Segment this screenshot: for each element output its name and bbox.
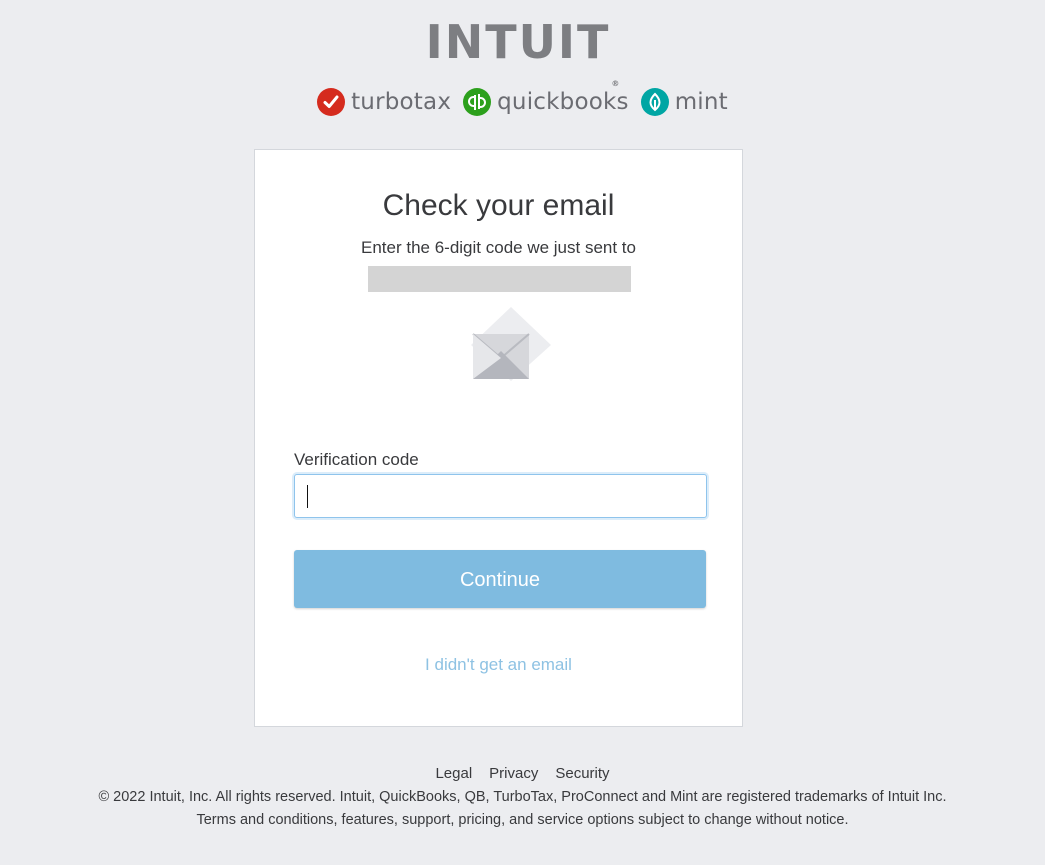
brand-name-quickbooks: quickbooks bbox=[497, 89, 629, 115]
resend-email-link[interactable]: I didn't get an email bbox=[255, 655, 742, 675]
envelope-icon bbox=[471, 307, 551, 381]
page-title: Check your email bbox=[382, 189, 615, 222]
brand-quickbooks: quickbooks bbox=[463, 88, 629, 116]
redacted-email bbox=[368, 266, 631, 292]
verification-code-label: Verification code bbox=[294, 450, 419, 469]
brand-name-mint: mint bbox=[674, 89, 728, 115]
terms-notice: Terms and conditions, features, support,… bbox=[196, 812, 849, 828]
leaf-icon bbox=[640, 88, 669, 116]
product-brands: turbotax quickbooks mint bbox=[0, 86, 1045, 118]
footer-link-security[interactable]: Security bbox=[555, 765, 609, 782]
qb-icon bbox=[463, 88, 492, 116]
brand-turbotax: turbotax bbox=[317, 88, 451, 116]
text-cursor bbox=[307, 485, 308, 508]
copyright-text: © 2022 Intuit, Inc. All rights reserved.… bbox=[98, 789, 947, 805]
instructions-text: Enter the 6-digit code we just sent to bbox=[361, 238, 636, 257]
footer-links: Legal Privacy Security bbox=[0, 765, 1045, 782]
continue-button[interactable]: Continue bbox=[294, 550, 706, 608]
verification-card: Check your email Enter the 6-digit code … bbox=[254, 149, 743, 727]
brand-name-turbotax: turbotax bbox=[351, 89, 452, 115]
intuit-logo: INTUIT® bbox=[0, 12, 1045, 88]
verification-code-input[interactable] bbox=[294, 474, 707, 518]
footer-link-privacy[interactable]: Privacy bbox=[489, 765, 538, 782]
footer-link-legal[interactable]: Legal bbox=[435, 765, 472, 782]
checkmark-icon bbox=[317, 88, 346, 116]
brand-mint: mint bbox=[640, 88, 728, 116]
intuit-logo-text: INTUIT bbox=[425, 15, 611, 69]
